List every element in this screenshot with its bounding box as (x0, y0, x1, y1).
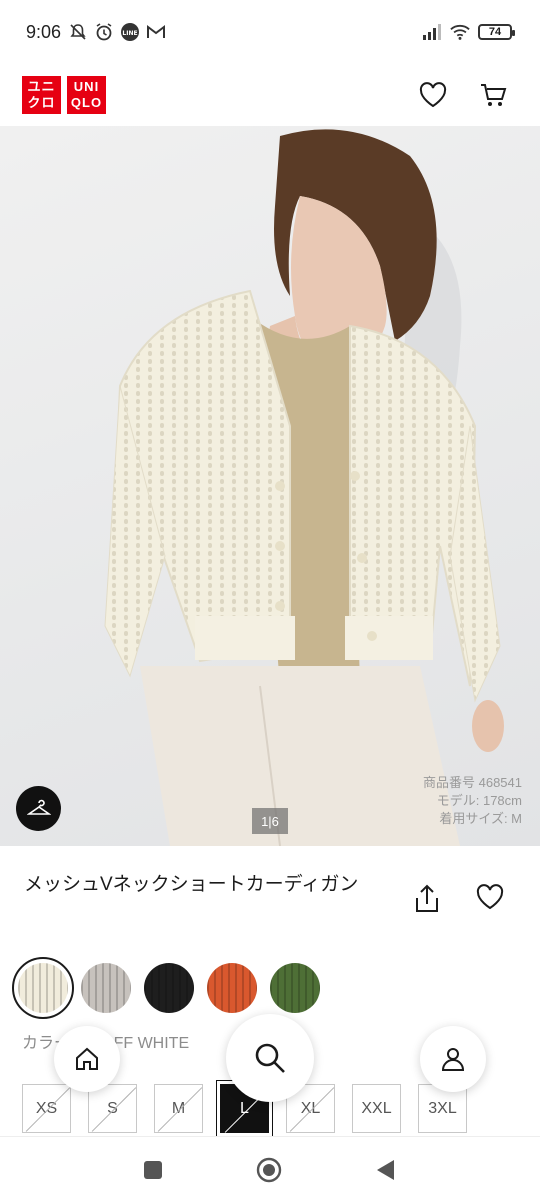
size-option[interactable]: S (88, 1084, 137, 1133)
product-title: メッシュVネックショートカーディガン (24, 874, 359, 895)
color-swatch[interactable] (12, 957, 74, 1019)
swatch-texture (270, 963, 320, 1013)
home-nav-button[interactable] (256, 1157, 282, 1183)
swatch-texture (144, 963, 194, 1013)
item-number: 商品番号 468541 (423, 775, 522, 790)
model-photo (104, 129, 504, 846)
color-swatches (12, 957, 320, 1019)
cart-icon[interactable] (478, 80, 508, 110)
size-option[interactable]: XXL (352, 1084, 401, 1133)
color-swatch[interactable] (144, 963, 194, 1013)
search-icon (255, 1043, 285, 1073)
swatch-texture (18, 963, 68, 1013)
signal-icon (422, 22, 442, 42)
swatch-texture (207, 963, 257, 1013)
search-button[interactable] (226, 1014, 314, 1102)
gmail-icon (146, 22, 166, 42)
alarm-icon (94, 22, 114, 42)
swatch-texture (81, 963, 131, 1013)
heart-icon[interactable] (418, 80, 448, 110)
hanger-button[interactable] (16, 786, 61, 831)
hanger-icon (26, 799, 51, 815)
status-time: 9:06 (26, 22, 62, 42)
size-option[interactable]: XS (22, 1084, 71, 1133)
notification-icons: LINE (68, 22, 166, 42)
logo-text-bottom-left: クロ (27, 95, 56, 110)
size-option[interactable]: M (154, 1084, 203, 1133)
battery-icon: 74 (478, 24, 515, 40)
logo-box-latin: UNI QLO (67, 76, 106, 114)
account-icon (441, 1048, 465, 1071)
line-icon: LINE (120, 22, 140, 42)
wear-size: 着用サイズ: M (439, 811, 522, 826)
logo-text-top-right: UNI (73, 79, 100, 94)
recents-button[interactable] (140, 1157, 166, 1183)
back-triangle-icon (377, 1160, 394, 1180)
logo-text-top-left: ユニ (27, 79, 56, 94)
square-icon (144, 1161, 162, 1179)
circle-icon (256, 1157, 282, 1183)
home-icon (76, 1047, 98, 1070)
size-option[interactable]: 3XL (418, 1084, 467, 1133)
home-button[interactable] (54, 1026, 120, 1092)
android-nav-bar (0, 1136, 540, 1200)
product-image[interactable]: 商品番号 468541 モデル: 178cm 着用サイズ: M (0, 126, 540, 846)
system-icons: 74 (422, 22, 515, 42)
uniqlo-logo[interactable]: ユニ クロ UNI QLO (22, 76, 106, 114)
back-button[interactable] (372, 1157, 398, 1183)
favorite-icon[interactable] (476, 884, 504, 919)
model-info: 商品番号 468541 モデル: 178cm 着用サイズ: M (423, 774, 522, 828)
status-bar: 9:06 LINE 74 (0, 0, 540, 64)
color-swatch[interactable] (207, 963, 257, 1013)
logo-text-bottom-right: QLO (70, 95, 103, 110)
image-pager: 1|6 (252, 808, 288, 834)
wifi-icon (450, 22, 470, 42)
title-actions (414, 884, 504, 919)
account-button[interactable] (420, 1026, 486, 1092)
svg-text:LINE: LINE (122, 30, 137, 37)
model-height: モデル: 178cm (436, 793, 522, 808)
app-header: ユニ クロ UNI QLO (0, 64, 540, 126)
share-icon[interactable] (414, 884, 440, 919)
mute-icon (68, 22, 88, 42)
logo-box-japanese: ユニ クロ (22, 76, 61, 114)
color-swatch[interactable] (81, 963, 131, 1013)
color-swatch[interactable] (270, 963, 320, 1013)
